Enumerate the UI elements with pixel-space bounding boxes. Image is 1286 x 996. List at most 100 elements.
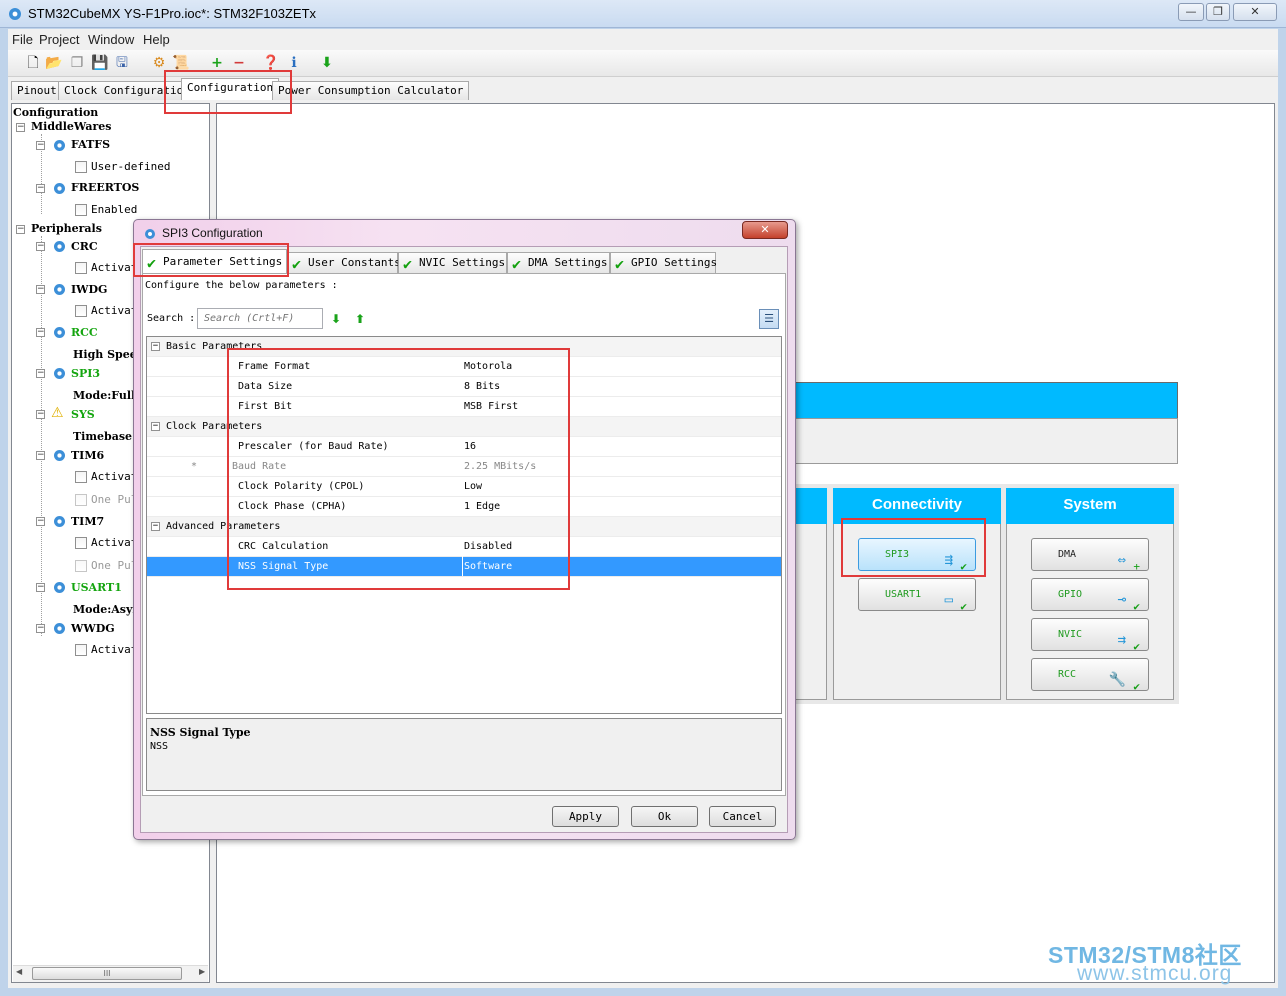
- expander-sys[interactable]: −: [36, 410, 45, 419]
- menu-project[interactable]: Project: [39, 32, 79, 47]
- tab-nvic-settings-label: NVIC Settings: [419, 256, 506, 269]
- check-icon: ✔: [403, 255, 413, 273]
- tree-usart1[interactable]: USART1: [71, 581, 122, 594]
- copy-icon[interactable]: ❐: [68, 54, 86, 72]
- menu-help[interactable]: Help: [143, 32, 170, 47]
- label-spi3-mode: Mode:Full-: [73, 389, 140, 402]
- apply-button[interactable]: Apply: [552, 806, 619, 827]
- label-tim6-activate: Activat: [91, 470, 138, 483]
- tab-gpio-settings[interactable]: ✔ GPIO Settings: [610, 252, 717, 273]
- download-icon[interactable]: ⬇: [318, 54, 336, 72]
- tree-iwdg[interactable]: IWDG: [71, 283, 107, 296]
- tab-user-constants[interactable]: ✔ User Constants: [287, 252, 401, 273]
- tree-tim6[interactable]: TIM6: [71, 449, 104, 462]
- dialog-close-button[interactable]: ✕: [742, 221, 788, 239]
- checkbox-iwdg[interactable]: [75, 305, 87, 317]
- tree-guide: [41, 236, 42, 636]
- expander-middlewares[interactable]: −: [16, 123, 25, 132]
- expander-spi3[interactable]: −: [36, 369, 45, 378]
- expander-fatfs[interactable]: −: [36, 141, 45, 150]
- checkbox-fatfs-user-defined[interactable]: [75, 161, 87, 173]
- checkbox-tim7-one-pulse[interactable]: [75, 560, 87, 572]
- tree-sys[interactable]: SYS: [71, 408, 95, 421]
- readonly-marker: *: [191, 461, 198, 472]
- expander-freertos[interactable]: −: [36, 184, 45, 193]
- search-previous-up-arrow-icon[interactable]: ⬆: [355, 312, 365, 326]
- tab-user-constants-label: User Constants: [308, 256, 401, 269]
- collapse-icon[interactable]: −: [151, 342, 160, 351]
- search-input[interactable]: [197, 308, 323, 329]
- dma-button-label: DMA: [1058, 549, 1077, 560]
- cancel-button[interactable]: Cancel: [709, 806, 776, 827]
- usart1-button[interactable]: USART1 ▭ ✔: [858, 578, 976, 613]
- open-folder-icon[interactable]: 📂: [45, 54, 63, 72]
- tab-dma-settings[interactable]: ✔ DMA Settings: [507, 252, 610, 273]
- maximize-button[interactable]: ❐: [1206, 3, 1230, 21]
- freertos-gear-icon: [54, 183, 65, 194]
- expander-wwdg[interactable]: −: [36, 624, 45, 633]
- expander-iwdg[interactable]: −: [36, 285, 45, 294]
- search-next-down-arrow-icon[interactable]: ⬇: [331, 312, 341, 326]
- tab-dma-settings-label: DMA Settings: [528, 256, 608, 269]
- checkbox-crc[interactable]: [75, 262, 87, 274]
- expander-peripherals[interactable]: −: [16, 225, 25, 234]
- tree-freertos[interactable]: FREERTOS: [71, 181, 139, 194]
- scroll-right-arrow-icon[interactable]: ▶: [199, 967, 205, 976]
- label-user-defined: User-defined: [91, 160, 171, 173]
- menu-window[interactable]: Window: [88, 32, 134, 47]
- rcc-button[interactable]: RCC 🔧 ✔: [1031, 658, 1149, 693]
- tree-wwdg[interactable]: WWDG: [71, 622, 115, 635]
- collapse-icon[interactable]: −: [151, 522, 160, 531]
- menu-bar: [8, 29, 1278, 50]
- tab-nvic-settings[interactable]: ✔ NVIC Settings: [398, 252, 507, 273]
- dma-button[interactable]: DMA ⇔ +: [1031, 538, 1149, 573]
- scrollbar-thumb[interactable]: III: [32, 967, 182, 980]
- check-icon: ✔: [960, 600, 967, 613]
- tree-fatfs[interactable]: FATFS: [71, 138, 110, 151]
- checkbox-wwdg[interactable]: [75, 644, 87, 656]
- menu-file[interactable]: File: [12, 32, 33, 47]
- usart1-gear-icon: [54, 582, 65, 593]
- tab-pinout[interactable]: Pinout: [11, 81, 63, 100]
- usart1-button-label: USART1: [885, 589, 922, 600]
- save-icon[interactable]: 💾: [91, 54, 109, 72]
- expander-crc[interactable]: −: [36, 242, 45, 251]
- expander-rcc[interactable]: −: [36, 328, 45, 337]
- checkbox-tim6-one-pulse[interactable]: [75, 494, 87, 506]
- tab-power-consumption[interactable]: Power Consumption Calculator: [272, 81, 470, 100]
- dialog-title: SPI3 Configuration: [162, 226, 263, 240]
- expander-tim6[interactable]: −: [36, 451, 45, 460]
- checkbox-tim7[interactable]: [75, 537, 87, 549]
- list-view-icon[interactable]: ☰: [759, 309, 779, 329]
- expander-tim7[interactable]: −: [36, 517, 45, 526]
- new-project-icon[interactable]: 🗋: [24, 54, 42, 72]
- ok-button[interactable]: Ok: [631, 806, 698, 827]
- gpio-button[interactable]: GPIO ⊸ ✔: [1031, 578, 1149, 613]
- wrench-icon: 🔧: [1108, 672, 1126, 688]
- spi3-gear-icon: [54, 368, 65, 379]
- check-icon: ✔: [512, 255, 522, 273]
- expander-usart1[interactable]: −: [36, 583, 45, 592]
- nvic-button[interactable]: NVIC ⇉ ✔: [1031, 618, 1149, 653]
- category-header-partial-left: [795, 488, 827, 524]
- checkbox-freertos-enabled[interactable]: [75, 204, 87, 216]
- rcc-button-label: RCC: [1058, 669, 1077, 680]
- rcc-gear-icon: [54, 327, 65, 338]
- collapse-icon[interactable]: −: [151, 422, 160, 431]
- minimize-button[interactable]: —: [1178, 3, 1204, 21]
- tree-spi3[interactable]: SPI3: [71, 367, 100, 380]
- close-window-button[interactable]: ✕: [1233, 3, 1277, 21]
- description-title: NSS Signal Type: [150, 726, 251, 739]
- app-icon: [9, 8, 21, 20]
- label-iwdg-activate: Activat: [91, 304, 138, 317]
- tree-peripherals[interactable]: Peripherals: [31, 222, 102, 235]
- scroll-left-arrow-icon[interactable]: ◀: [16, 967, 22, 976]
- tree-tim7[interactable]: TIM7: [71, 515, 104, 528]
- checkbox-tim6[interactable]: [75, 471, 87, 483]
- save-as-icon[interactable]: 🖫: [113, 54, 131, 72]
- tree-crc[interactable]: CRC: [71, 240, 98, 253]
- tree-middlewares[interactable]: MiddleWares: [31, 120, 111, 133]
- tim7-gear-icon: [54, 516, 65, 527]
- label-enabled: Enabled: [91, 203, 138, 216]
- tree-rcc[interactable]: RCC: [71, 326, 98, 339]
